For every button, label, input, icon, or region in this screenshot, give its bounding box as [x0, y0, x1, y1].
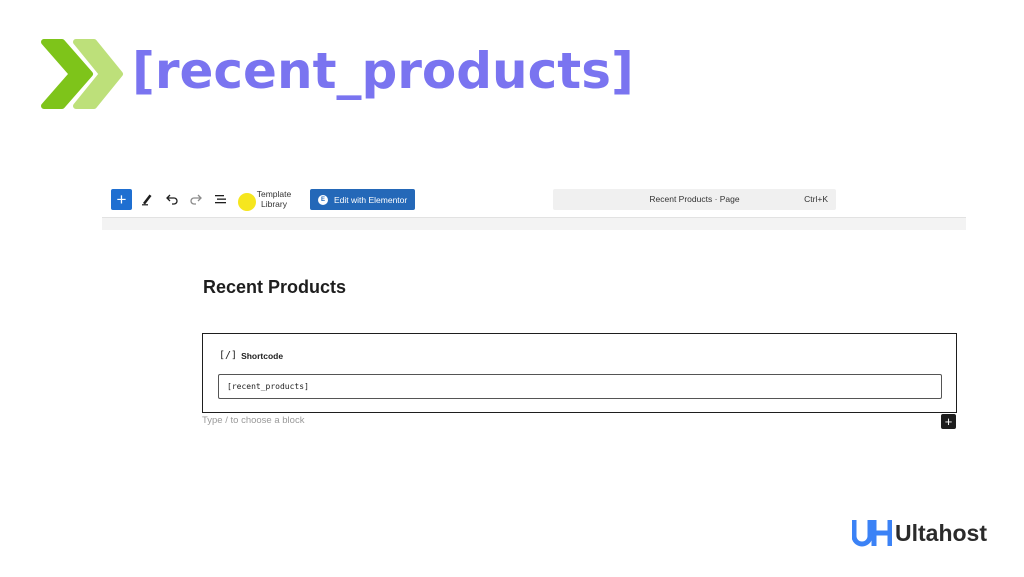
undo-icon: [166, 194, 178, 205]
add-block-inline-button[interactable]: +: [941, 414, 956, 429]
redo-icon: [190, 194, 202, 205]
template-library-label-line2: Library: [261, 199, 287, 209]
shortcode-block-label: Shortcode: [241, 350, 284, 361]
document-overview-button[interactable]: [211, 189, 231, 209]
template-library-button[interactable]: Template Library: [254, 189, 294, 209]
undo-button[interactable]: [162, 189, 182, 209]
edit-with-elementor-button[interactable]: E Edit with Elementor: [310, 189, 415, 210]
shortcode-icon: [/]: [219, 350, 238, 361]
document-overview-icon: [215, 195, 226, 204]
banner-title: [recent_products]: [132, 42, 634, 100]
tools-button[interactable]: [137, 189, 157, 209]
plus-icon: +: [116, 190, 127, 209]
edit-with-elementor-label: Edit with Elementor: [334, 194, 408, 205]
command-palette-button[interactable]: Recent Products · Page Ctrl+K: [553, 189, 836, 210]
pencil-icon: [142, 194, 152, 206]
block-appender-placeholder[interactable]: Type / to choose a block: [202, 415, 304, 426]
plus-icon: +: [944, 414, 953, 429]
post-title[interactable]: Recent Products: [203, 277, 346, 298]
toolbar-divider: [102, 218, 966, 230]
brand-logo: Ultahost: [852, 517, 987, 549]
add-block-button[interactable]: +: [111, 189, 132, 210]
shortcode-block-header: [/] Shortcode: [219, 350, 283, 361]
template-library-label-line1: Template: [256, 189, 292, 199]
command-palette-shortcut: Ctrl+K: [804, 194, 828, 204]
block-editor: + Template Library E Edit with Elementor…: [102, 180, 966, 440]
elementor-logo-icon: E: [318, 194, 328, 205]
shortcode-input[interactable]: [recent_products]: [218, 374, 942, 399]
brand-name: Ultahost: [895, 519, 987, 546]
redo-button[interactable]: [186, 189, 206, 209]
command-palette-title: Recent Products · Page: [649, 194, 740, 204]
ultahost-logo-icon: [852, 520, 892, 547]
editor-toolbar: + Template Library E Edit with Elementor…: [102, 180, 966, 218]
shortcode-block[interactable]: [/] Shortcode [recent_products]: [202, 333, 957, 413]
double-chevron-right-icon: [41, 39, 123, 109]
